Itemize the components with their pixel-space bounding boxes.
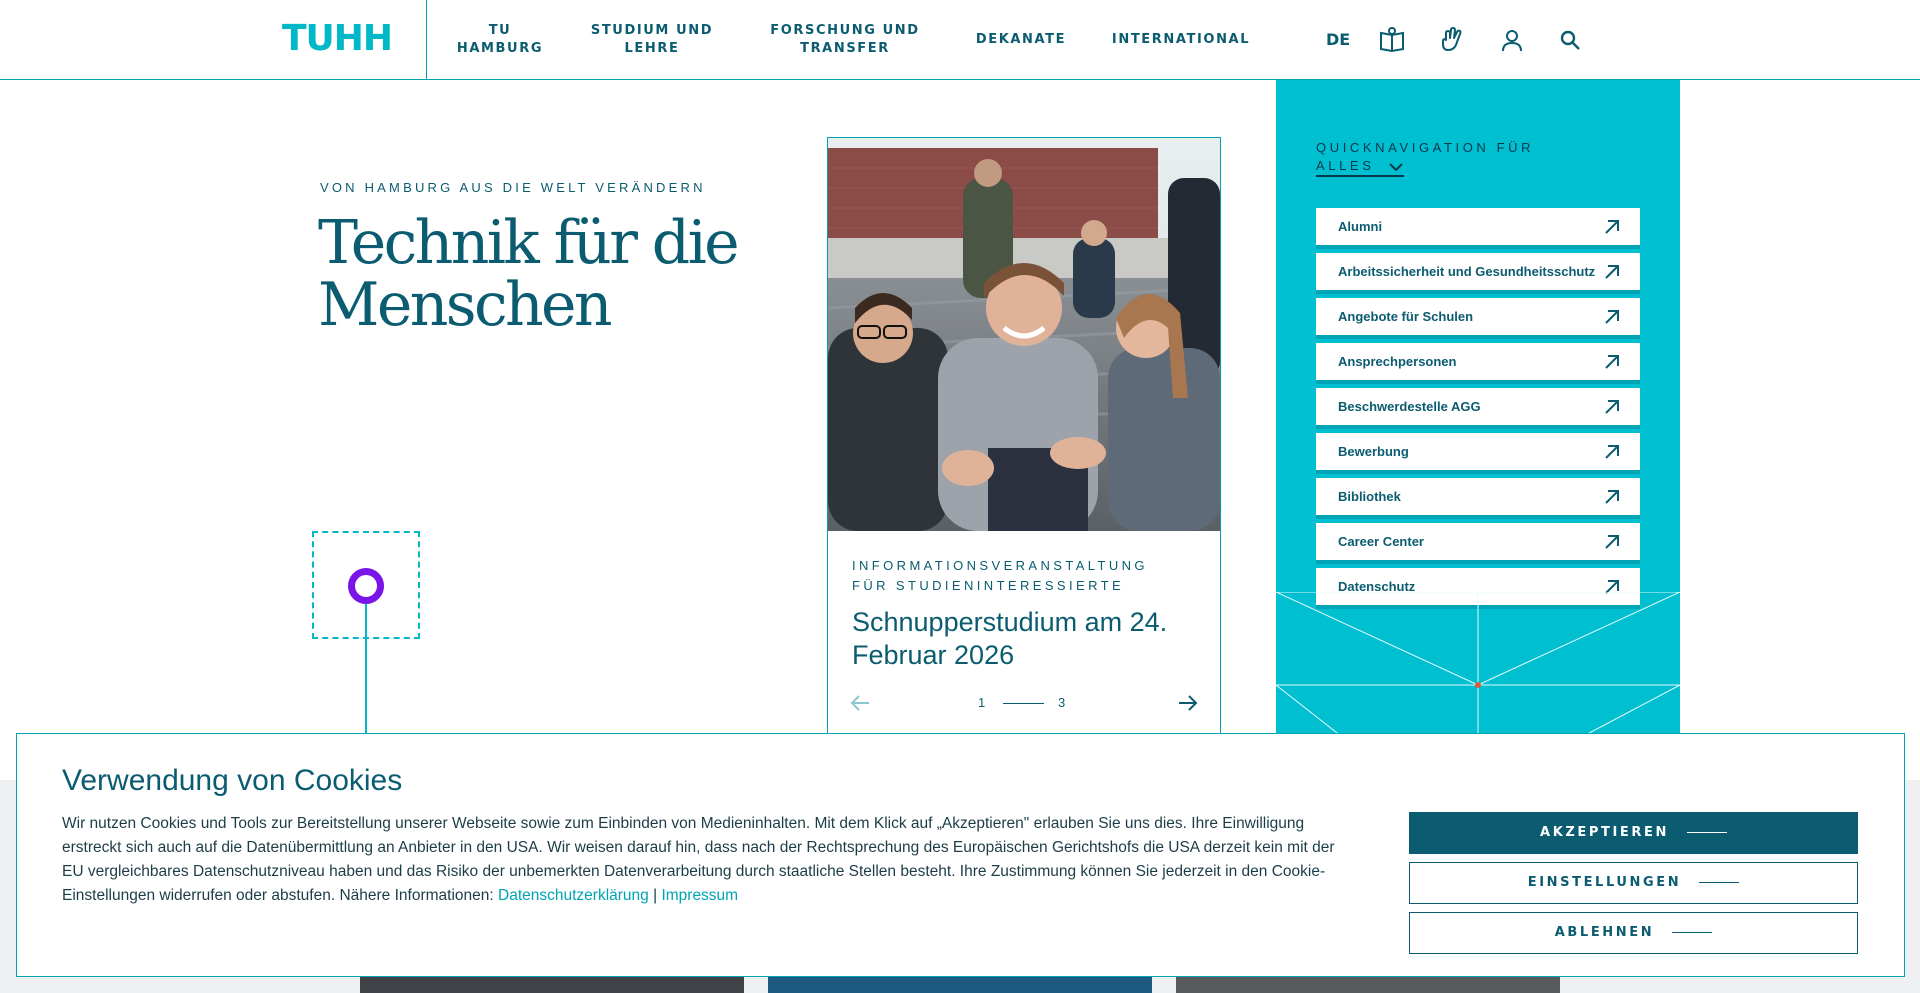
arrow-up-right-icon <box>1605 400 1619 414</box>
cookie-banner: Verwendung von Cookies Wir nutzen Cookie… <box>16 733 1905 977</box>
quicknav-item-label: Bewerbung <box>1338 444 1409 459</box>
arrow-up-right-icon <box>1605 490 1619 504</box>
timeline-marker-icon[interactable] <box>348 568 384 604</box>
privacy-link[interactable]: Datenschutzerklärung <box>498 887 649 904</box>
quicknav-item-label: Bibliothek <box>1338 489 1401 504</box>
chevron-down-icon <box>1388 162 1403 171</box>
button-line-decoration <box>1672 932 1713 933</box>
arrow-up-right-icon <box>1605 265 1619 279</box>
user-icon[interactable] <box>1498 26 1526 54</box>
arrow-right-icon[interactable] <box>1178 694 1198 712</box>
nav-forschung-und-transfer[interactable]: FORSCHUNG UND TRANSFER <box>760 22 930 58</box>
quicknav-item[interactable]: Bibliothek <box>1316 478 1640 519</box>
easy-language-icon[interactable] <box>1378 26 1406 54</box>
quicknav-item-label: Ansprechpersonen <box>1338 354 1457 369</box>
arrow-up-right-icon <box>1605 220 1619 234</box>
nav-dekanate[interactable]: DEKANATE <box>966 31 1076 49</box>
quicknav-item[interactable]: Alumni <box>1316 208 1640 249</box>
arrow-up-right-icon <box>1605 355 1619 369</box>
arrow-left-icon[interactable] <box>850 694 870 712</box>
quicknav-item[interactable]: Ansprechpersonen <box>1316 343 1640 384</box>
teaser-title[interactable]: Schnupperstudium am 24. Februar 2026 <box>852 606 1202 672</box>
event-teaser-card[interactable]: INFORMATIONSVERANSTALTUNG FÜR STUDIENINT… <box>827 137 1221 737</box>
sign-language-icon[interactable] <box>1438 26 1466 54</box>
accept-cookies-button[interactable]: AKZEPTIEREN <box>1409 812 1858 854</box>
quicknav-item[interactable]: Bewerbung <box>1316 433 1640 474</box>
pager-total: 3 <box>1058 695 1066 710</box>
quicknav-item-label: Career Center <box>1338 534 1424 549</box>
header-divider <box>426 0 427 80</box>
quicknav-item[interactable]: Angebote für Schulen <box>1316 298 1640 339</box>
button-line-decoration <box>1686 832 1727 833</box>
nav-international[interactable]: INTERNATIONAL <box>1108 31 1254 49</box>
imprint-link[interactable]: Impressum <box>661 887 738 904</box>
quicknav-item-label: Alumni <box>1338 219 1383 234</box>
link-separator: | <box>653 887 658 904</box>
quicknav-item-label: Beschwerdestelle AGG <box>1338 399 1481 414</box>
cookie-text: Wir nutzen Cookies und Tools zur Bereits… <box>62 815 1335 904</box>
quicknav-item[interactable]: Career Center <box>1316 523 1640 564</box>
quicknav-audience-select[interactable]: ALLES <box>1316 158 1404 177</box>
nav-tu-hamburg[interactable]: TU HAMBURG <box>452 22 548 58</box>
pager-progress-line <box>1003 703 1044 704</box>
quicknav-list: Alumni Arbeitssicherheit und Gesundheitss… <box>1316 208 1640 613</box>
students-photo <box>828 138 1220 531</box>
nav-studium-und-lehre[interactable]: STUDIUM UND LEHRE <box>580 22 724 58</box>
hero-kicker: VON HAMBURG AUS DIE WELT VERÄNDERN <box>320 180 706 195</box>
teaser-pager: 1 3 <box>828 688 1220 718</box>
arrow-up-right-icon <box>1605 445 1619 459</box>
pager-current: 1 <box>978 695 986 710</box>
tuhh-logo[interactable]: TUHH <box>282 18 393 59</box>
site-header: TUHH TU HAMBURG STUDIUM UND LEHRE FORSCH… <box>0 0 1920 80</box>
reject-cookies-button[interactable]: ABLEHNEN <box>1409 912 1858 954</box>
cookie-title: Verwendung von Cookies <box>62 764 403 797</box>
hero-headline: Technik für die Menschen <box>318 208 740 340</box>
quicknav-label: QUICKNAVIGATION FÜR <box>1316 140 1535 155</box>
language-switch[interactable]: DE <box>1326 30 1350 49</box>
search-icon[interactable] <box>1556 26 1584 54</box>
timeline-line <box>365 603 367 733</box>
teaser-kicker: INFORMATIONSVERANSTALTUNG FÜR STUDIENINT… <box>852 558 1148 593</box>
decorative-line-pattern <box>1276 592 1680 740</box>
quicknav-item-label: Angebote für Schulen <box>1338 309 1474 324</box>
quicknav-item[interactable]: Arbeitssicherheit und Gesundheitsschutz <box>1316 253 1640 294</box>
button-line-decoration <box>1699 882 1740 883</box>
cookie-settings-button[interactable]: EINSTELLUNGEN <box>1409 862 1858 904</box>
arrow-up-right-icon <box>1605 310 1619 324</box>
quicknav-item[interactable]: Beschwerdestelle AGG <box>1316 388 1640 429</box>
quicknav-item-label: Arbeitssicherheit und Gesundheitsschutz <box>1338 264 1596 279</box>
arrow-up-right-icon <box>1605 535 1619 549</box>
quicknavigation-panel: QUICKNAVIGATION FÜR ALLES Alumni Arbeitss… <box>1276 80 1680 740</box>
